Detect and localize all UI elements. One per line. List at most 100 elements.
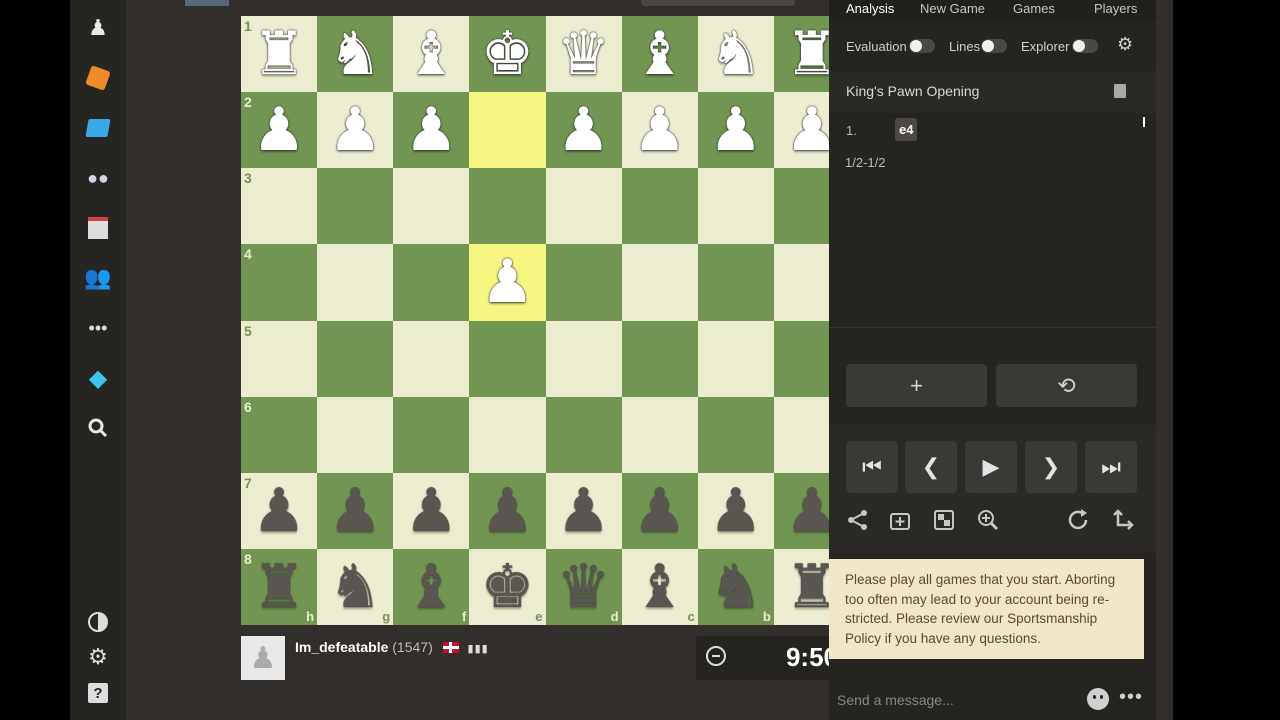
board-square[interactable]: ♟ (621, 472, 698, 549)
board-square[interactable] (469, 168, 546, 245)
play-button[interactable]: ▶ (965, 441, 1017, 493)
black-piece[interactable]: ♞ (709, 557, 763, 617)
first-move-button[interactable]: ⏮ (846, 441, 898, 493)
board-editor-icon[interactable] (933, 509, 955, 537)
board-square[interactable]: 8 h ♜ (241, 548, 318, 625)
board-square[interactable]: c ♝ (621, 548, 698, 625)
search-icon[interactable] (82, 412, 114, 444)
chess-board[interactable]: 1 ♜ ♞ ♝ ♚ ♛ ♝ ♞ ♜ 2 ♟ ♟ ♟ ♟ ♟ ♟ ♟ 3 4 ♟ 5 6 7 ♟ ♟ ♟ ♟ ♟ ♟ ♟ ♟ 8 h ♜ g ♞ f ♝ e ♚… (241, 16, 850, 625)
white-piece[interactable]: ♜ (252, 24, 306, 84)
white-piece[interactable]: ♟ (709, 100, 763, 160)
white-piece[interactable]: ♚ (481, 24, 535, 84)
board-square[interactable] (697, 168, 774, 245)
board-square[interactable]: 1 ♜ (241, 16, 318, 93)
white-piece[interactable]: ♞ (328, 24, 382, 84)
white-piece[interactable]: ♟ (252, 100, 306, 160)
board-square[interactable]: 3 (241, 168, 318, 245)
board-square[interactable] (317, 320, 394, 397)
add-game-icon[interactable] (889, 509, 915, 537)
social-users-icon[interactable]: 👥 (82, 262, 114, 294)
black-piece[interactable]: ♝ (404, 557, 458, 617)
tab-analysis[interactable]: Analysis (846, 1, 894, 16)
board-square[interactable] (545, 168, 622, 245)
board-square[interactable] (393, 396, 470, 473)
board-square[interactable]: ♝ (621, 16, 698, 93)
board-square[interactable]: ♛ (545, 16, 622, 93)
help-icon[interactable]: ? (82, 677, 114, 709)
board-square[interactable]: g ♞ (317, 548, 394, 625)
tab-new-game[interactable]: New Game (920, 1, 985, 16)
tab-players[interactable]: Players (1094, 1, 1137, 16)
board-square[interactable] (545, 244, 622, 321)
board-square[interactable]: 6 (241, 396, 318, 473)
black-piece[interactable]: ♟ (557, 481, 611, 541)
player-name[interactable]: Im_defeatable (295, 639, 388, 655)
white-piece[interactable]: ♟ (633, 100, 687, 160)
board-square[interactable]: 7 ♟ (241, 472, 318, 549)
board-square[interactable]: d ♛ (545, 548, 622, 625)
board-square[interactable]: ♟ (393, 472, 470, 549)
white-piece[interactable]: ♞ (709, 24, 763, 84)
board-square[interactable] (621, 396, 698, 473)
board-square[interactable]: ♟ (469, 472, 546, 549)
message-input[interactable]: Send a message... (837, 692, 954, 708)
news-icon[interactable] (82, 212, 114, 244)
share-icon[interactable] (847, 509, 869, 537)
white-piece[interactable]: ♝ (633, 24, 687, 84)
more-dots-icon[interactable]: ••• (82, 312, 114, 344)
black-piece[interactable]: ♟ (404, 481, 458, 541)
black-piece[interactable]: ♟ (481, 481, 535, 541)
black-piece[interactable]: ♟ (252, 481, 306, 541)
board-square[interactable] (469, 320, 546, 397)
board-square[interactable]: 2 ♟ (241, 92, 318, 169)
black-piece[interactable]: ♞ (328, 557, 382, 617)
board-square[interactable]: ♟ (545, 92, 622, 169)
board-square[interactable]: b ♞ (697, 548, 774, 625)
binoculars-watch-icon[interactable]: ●● (82, 162, 114, 194)
settings-gear-icon[interactable]: ⚙ (82, 641, 114, 673)
reset-button[interactable]: ⟲ (996, 364, 1137, 407)
last-move-button[interactable]: ⏭ (1085, 441, 1137, 493)
board-square[interactable] (697, 244, 774, 321)
previous-move-button[interactable]: ❮ (905, 441, 957, 493)
board-square[interactable]: e ♚ (469, 548, 546, 625)
board-square[interactable]: ♚ (469, 16, 546, 93)
board-square[interactable]: ♞ (317, 16, 394, 93)
board-square[interactable] (621, 168, 698, 245)
scrollbar[interactable] (1143, 117, 1145, 127)
black-piece[interactable]: ♚ (481, 557, 535, 617)
evaluation-toggle[interactable] (909, 39, 935, 53)
board-square[interactable] (469, 92, 546, 169)
board-square[interactable]: ♟ (393, 92, 470, 169)
board-square[interactable] (469, 396, 546, 473)
tab-games[interactable]: Games (1013, 1, 1055, 16)
black-piece[interactable]: ♟ (709, 481, 763, 541)
board-square[interactable]: ♟ (545, 472, 622, 549)
black-piece[interactable]: ♟ (633, 481, 687, 541)
explorer-toggle[interactable] (1072, 39, 1098, 53)
board-square[interactable] (545, 320, 622, 397)
white-piece[interactable]: ♟ (481, 252, 535, 312)
puzzle-icon[interactable] (82, 62, 114, 94)
pawn-play-icon[interactable]: ♟ (82, 12, 114, 44)
player-avatar[interactable]: ♟ (241, 636, 285, 680)
white-piece[interactable]: ♝ (404, 24, 458, 84)
board-square[interactable] (545, 396, 622, 473)
board-square[interactable] (393, 244, 470, 321)
emoji-icon[interactable] (1087, 688, 1109, 710)
board-square[interactable] (317, 396, 394, 473)
zoom-analysis-icon[interactable] (977, 509, 999, 537)
board-square[interactable]: ♟ (317, 92, 394, 169)
lines-toggle[interactable] (981, 39, 1007, 53)
book-icon[interactable] (1114, 84, 1126, 98)
board-square[interactable]: ♟ (469, 244, 546, 321)
black-piece[interactable]: ♟ (328, 481, 382, 541)
board-square[interactable] (697, 396, 774, 473)
board-square[interactable] (621, 244, 698, 321)
board-square[interactable]: ♟ (697, 472, 774, 549)
flip-board-icon[interactable] (1112, 509, 1136, 537)
black-piece[interactable]: ♜ (252, 557, 306, 617)
board-square[interactable] (317, 244, 394, 321)
chat-more-icon[interactable]: ••• (1119, 686, 1143, 709)
add-button[interactable]: + (846, 364, 987, 407)
